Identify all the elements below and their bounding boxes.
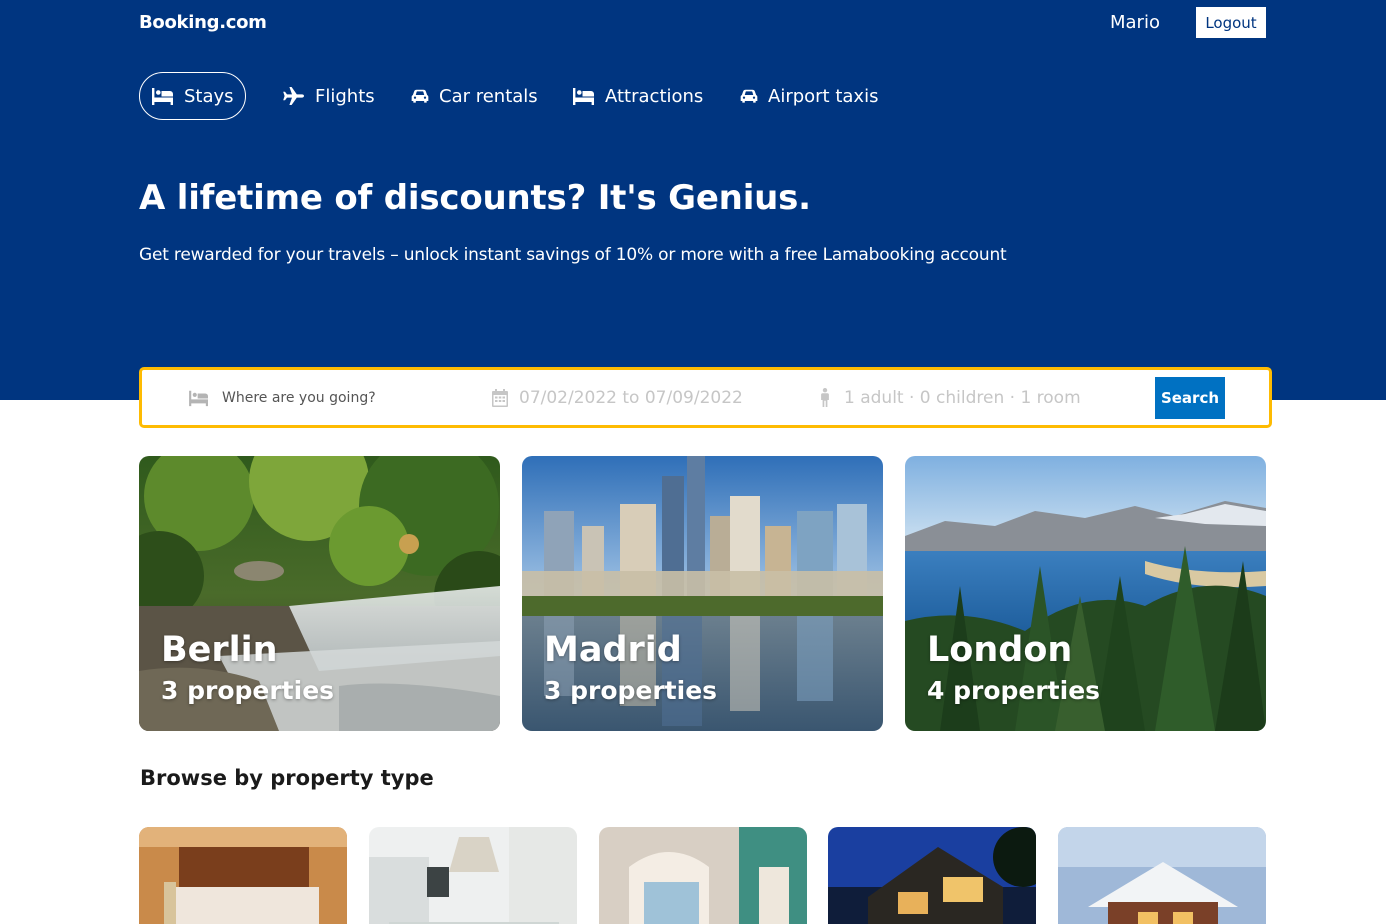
guests-text: 1 adult · 0 children · 1 room: [844, 387, 1081, 408]
featured-city: Berlin: [161, 630, 278, 670]
hero-subtitle: Get rewarded for your travels – unlock i…: [139, 245, 1007, 265]
featured-property-count: 4 properties: [927, 676, 1101, 705]
nav-item-label: Airport taxis: [768, 85, 879, 107]
nav-item-label: Attractions: [605, 85, 704, 107]
resort-lounge-photo: [599, 827, 807, 924]
featured-cities: Berlin 3 properties Madrid 3 properties …: [139, 456, 1266, 731]
nav-item-flights[interactable]: Flights: [282, 72, 375, 120]
featured-property-count: 3 properties: [161, 676, 335, 705]
featured-card-berlin[interactable]: Berlin 3 properties: [139, 456, 500, 731]
property-type-card-resort[interactable]: [599, 827, 807, 924]
nav-item-label: Flights: [315, 85, 375, 107]
car-icon: [411, 89, 429, 103]
hero-banner: Booking.com Mario Logout Stays Flights C…: [0, 0, 1386, 400]
section-title-property-type: Browse by property type: [140, 766, 434, 790]
featured-property-count: 3 properties: [544, 676, 718, 705]
property-type-card-hotel[interactable]: [139, 827, 347, 924]
cabin-snow-photo: [1058, 827, 1266, 924]
nav-item-label: Stays: [184, 85, 234, 107]
hero-title: A lifetime of discounts? It's Genius.: [139, 178, 811, 218]
logo[interactable]: Booking.com: [139, 12, 267, 33]
nav-item-label: Car rentals: [439, 85, 538, 107]
nav-item-attractions[interactable]: Attractions: [572, 72, 703, 120]
top-bar: Booking.com Mario Logout: [139, 7, 1266, 40]
property-type-card-apartment[interactable]: [369, 827, 577, 924]
user-name: Mario: [1110, 12, 1160, 33]
nav-item-car-rentals[interactable]: Car rentals: [410, 72, 538, 120]
date-range-text: 07/02/2022 to 07/09/2022: [519, 387, 743, 408]
hotel-room-photo: [139, 827, 347, 924]
date-range-field[interactable]: 07/02/2022 to 07/09/2022: [492, 370, 792, 425]
search-button[interactable]: Search: [1155, 377, 1225, 419]
featured-city: London: [927, 630, 1073, 670]
bed-icon: [152, 88, 173, 105]
destination-input[interactable]: [222, 389, 462, 406]
featured-card-madrid[interactable]: Madrid 3 properties: [522, 456, 883, 731]
taxi-icon: [740, 89, 758, 103]
nav-item-stays[interactable]: Stays: [139, 72, 246, 120]
property-type-list: [139, 827, 1266, 924]
person-icon: [821, 388, 829, 407]
property-type-card-cabin[interactable]: [1058, 827, 1266, 924]
guests-field[interactable]: 1 adult · 0 children · 1 room: [819, 370, 1119, 425]
bed-icon: [573, 88, 594, 105]
property-type-card-villa[interactable]: [828, 827, 1036, 924]
nav-item-airport-taxis[interactable]: Airport taxis: [739, 72, 878, 120]
search-bar: 07/02/2022 to 07/09/2022 1 adult · 0 chi…: [139, 367, 1272, 428]
featured-city: Madrid: [544, 630, 682, 670]
destination-field[interactable]: [187, 370, 477, 425]
logout-button[interactable]: Logout: [1196, 7, 1266, 38]
featured-card-london[interactable]: London 4 properties: [905, 456, 1266, 731]
bed-icon: [189, 390, 208, 406]
apartment-kitchen-photo: [369, 827, 577, 924]
villa-night-photo: [828, 827, 1036, 924]
calendar-icon: [492, 388, 508, 407]
plane-icon: [283, 87, 304, 105]
